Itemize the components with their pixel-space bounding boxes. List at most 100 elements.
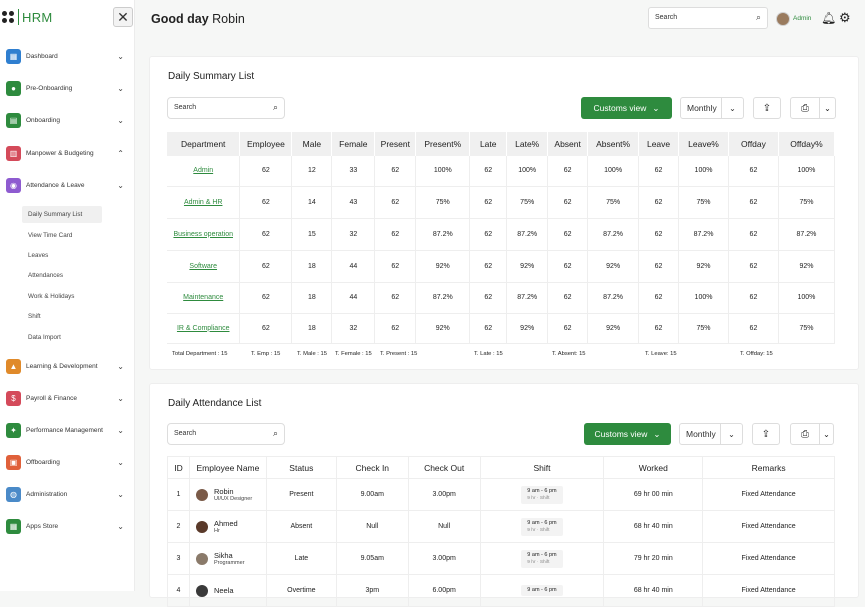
avatar[interactable]	[776, 12, 790, 26]
table-row[interactable]: 3 Sikha Programmer Late 9.05am 3.00pm 9 am - 6…	[167, 542, 835, 575]
chevron-down-icon: ⌄	[720, 424, 742, 444]
col-header[interactable]: Leave	[638, 132, 680, 156]
print-icon: ⎙	[801, 428, 809, 440]
department-link[interactable]: Admin & HR	[167, 186, 241, 219]
col-header[interactable]: ID	[167, 456, 190, 479]
shift-cell: 9 am - 6 pm 9 hr · Shift	[479, 478, 605, 511]
global-search-input[interactable]: Search ⌕	[648, 7, 768, 29]
print-button[interactable]: ⎙ ⌄	[790, 423, 834, 445]
sidebar-item-manpower-budgeting[interactable]: ▥ Manpower & Budgeting ⌃	[6, 144, 130, 162]
sidebar-sub-daily-summary-list[interactable]: Daily Summary List	[22, 206, 102, 223]
col-header[interactable]: Absent%	[587, 132, 640, 156]
chevron-down-icon: ⌄	[721, 98, 743, 118]
table-cell: 62	[469, 218, 508, 251]
employee-cell[interactable]: Ahmed Hr	[188, 510, 267, 543]
sidebar-item-performance-management[interactable]: ✦ Performance Management ⌄	[6, 421, 130, 439]
col-header[interactable]: Department	[167, 132, 241, 156]
col-header[interactable]: Check Out	[407, 456, 481, 479]
col-header[interactable]: Present%	[415, 132, 471, 156]
table-row[interactable]: Admin & HR 62 14 43 62 75% 62 75% 62 75% 62 75% 62 75…	[167, 186, 836, 219]
table-row[interactable]: IR & Compliance 62 18 32 62 92% 62 92% 62 92% 62 75…	[167, 313, 836, 344]
sidebar-sub-work-holidays[interactable]: Work & Holidays	[22, 288, 102, 305]
col-header[interactable]: Offday%	[778, 132, 836, 156]
attendance-search-input[interactable]: Search ⌕	[167, 423, 285, 445]
sidebar: HRM ✕ ▦ Dashboard ⌄ ● Pre-Onboarding ⌄ ▤ O…	[0, 0, 135, 591]
col-header[interactable]: Shift	[479, 456, 605, 479]
shift-cell: 9 am - 6 pm 9 hr · Shift	[479, 542, 605, 575]
sidebar-item-onboarding[interactable]: ▤ Onboarding ⌄	[6, 111, 130, 129]
table-row[interactable]: Software 62 18 44 62 92% 62 92% 62 92% 62 92% 62 92%	[167, 250, 836, 283]
col-header[interactable]: Present	[374, 132, 417, 156]
customs-view-button[interactable]: Customs view ⌄	[581, 97, 672, 119]
chevron-down-icon: ⌄	[117, 51, 124, 61]
department-link[interactable]: Business operation	[167, 218, 241, 251]
table-cell: 62	[239, 186, 293, 219]
close-sidebar-button[interactable]: ✕	[113, 7, 133, 27]
sidebar-item-payroll-finance[interactable]: $ Payroll & Finance ⌄	[6, 389, 130, 407]
sidebar-item-attendance-leave[interactable]: ◉ Attendance & Leave ⌄	[6, 176, 130, 194]
bell-icon[interactable]: 🔔︎	[821, 11, 836, 25]
employee-id: 2	[167, 510, 190, 543]
col-header[interactable]: Status	[265, 456, 337, 479]
remarks-cell: Fixed Attendance	[702, 510, 835, 543]
period-select[interactable]: Monthly ⌄	[680, 97, 744, 119]
sidebar-sub-shift[interactable]: Shift	[22, 308, 102, 325]
col-header[interactable]: Offday	[728, 132, 779, 156]
employee-cell[interactable]: Sikha Programmer	[188, 542, 267, 575]
col-header[interactable]: Female	[331, 132, 376, 156]
col-header[interactable]: Employee Name	[188, 456, 267, 479]
table-cell: 92%	[587, 250, 640, 283]
table-cell: 62	[469, 250, 508, 283]
department-link[interactable]: Admin	[167, 156, 241, 187]
customs-view-button[interactable]: Customs view ⌄	[584, 423, 671, 445]
check-out-cell: 3.00pm	[407, 542, 481, 575]
export-button[interactable]: ⇪	[753, 97, 781, 119]
col-header[interactable]: Employee	[239, 132, 293, 156]
employee-role: UI/UX Designer	[213, 496, 253, 502]
sidebar-item-apps-store[interactable]: ▦ Apps Store ⌄	[6, 517, 130, 535]
col-header[interactable]: Late	[469, 132, 508, 156]
avatar	[195, 552, 208, 565]
print-button[interactable]: ⎙ ⌄	[790, 97, 836, 119]
col-header[interactable]: Late%	[506, 132, 549, 156]
table-row[interactable]: 1 Robin UI/UX Designer Present 9.00am 3.00pm 9…	[167, 478, 835, 511]
table-row[interactable]: Business operation 62 15 32 62 87.2% 62 87.2% 62…	[167, 218, 836, 251]
sidebar-item-pre-onboarding[interactable]: ● Pre-Onboarding ⌄	[6, 79, 130, 97]
table-cell: 62	[547, 156, 589, 187]
period-select[interactable]: Monthly ⌄	[679, 423, 743, 445]
remarks-cell: Fixed Attendance	[702, 542, 835, 575]
table-cell: 100%	[415, 156, 471, 187]
sidebar-sub-view-time-card[interactable]: View Time Card	[22, 227, 102, 244]
export-button[interactable]: ⇪	[752, 423, 780, 445]
sidebar-item-learning-development[interactable]: ▲ Learning & Development ⌄	[6, 357, 130, 375]
check-in-cell: Null	[335, 510, 409, 543]
sidebar-item-dashboard[interactable]: ▦ Dashboard ⌄	[6, 47, 130, 65]
employee-cell[interactable]: Robin UI/UX Designer	[188, 478, 267, 511]
employee-name: Sikha	[213, 551, 233, 560]
gear-icon[interactable]: ⚙	[839, 10, 851, 26]
check-in-cell: 9.05am	[335, 542, 409, 575]
col-header[interactable]: Leave%	[678, 132, 729, 156]
col-header[interactable]: Worked	[603, 456, 704, 479]
summary-search-input[interactable]: Search ⌕	[167, 97, 285, 119]
table-row[interactable]: Admin 62 12 33 62 100% 62 100% 62 100% 62 100% 62 100…	[167, 156, 836, 187]
table-cell: 62	[374, 218, 417, 251]
col-header[interactable]: Check In	[335, 456, 409, 479]
employee-id: 3	[167, 542, 190, 575]
col-header[interactable]: Remarks	[702, 456, 835, 479]
department-link[interactable]: Software	[167, 250, 241, 283]
total-offday: T. Offday: 15	[740, 351, 773, 357]
sidebar-sub-attendances[interactable]: Attendances	[22, 267, 102, 284]
department-link[interactable]: IR & Compliance	[167, 313, 241, 344]
table-row[interactable]: Maintenance 62 18 44 62 87.2% 62 87.2% 62 87.2% 62…	[167, 282, 836, 314]
sidebar-item-offboarding[interactable]: ▣ Offboarding ⌄	[6, 453, 130, 471]
sidebar-sub-data-import[interactable]: Data Import	[22, 329, 102, 346]
col-header[interactable]: Male	[291, 132, 333, 156]
department-link[interactable]: Maintenance	[167, 282, 241, 314]
app-logo[interactable]: HRM	[2, 9, 53, 25]
status-cell: Late	[265, 542, 337, 575]
sidebar-sub-leaves[interactable]: Leaves	[22, 247, 102, 264]
sidebar-item-administration[interactable]: ◍ Administration ⌄	[6, 485, 130, 503]
table-row[interactable]: 2 Ahmed Hr Absent Null Null 9 am - 6 pm 9 hr · …	[167, 510, 835, 543]
col-header[interactable]: Absent	[547, 132, 589, 156]
